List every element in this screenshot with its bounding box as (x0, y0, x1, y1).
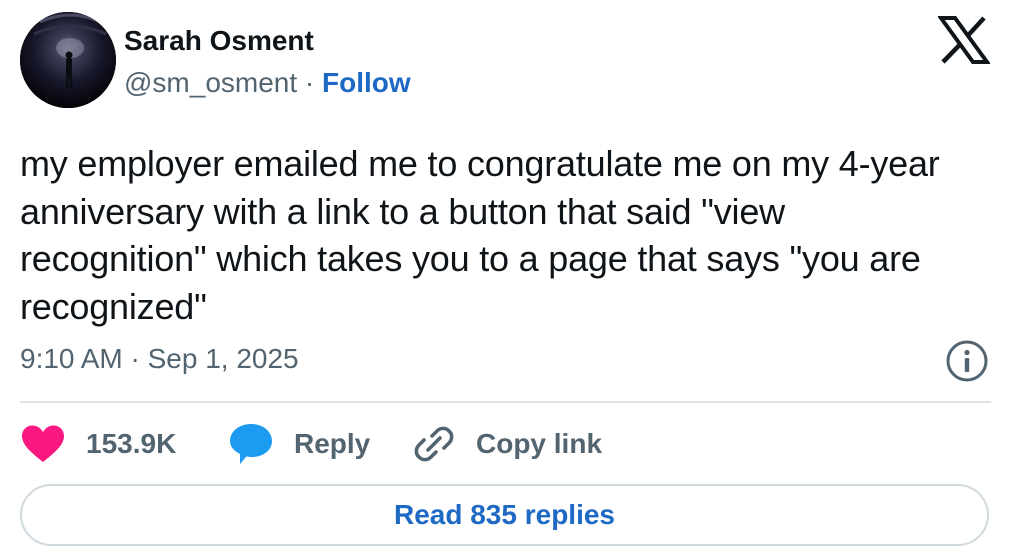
action-bar: 153.9K Reply Copy link (20, 420, 991, 468)
read-replies-button[interactable]: Read 835 replies (20, 484, 989, 546)
reply-label: Reply (294, 428, 371, 459)
tweet-card: Sarah Osment @sm_osment · Follow my empl… (0, 0, 1016, 560)
reply-button[interactable]: Reply (228, 420, 370, 468)
tweet-timestamp[interactable]: 9:10 AM · Sep 1, 2025 (20, 342, 299, 376)
like-count: 153.9K (86, 428, 177, 459)
copy-link-label: Copy link (476, 428, 603, 459)
tweet-text: my employer emailed me to congratulate m… (20, 143, 940, 327)
avatar[interactable] (20, 12, 116, 108)
link-icon (414, 426, 454, 462)
heart-icon (22, 425, 64, 462)
tunnel-photo-avatar (20, 12, 116, 108)
divider (20, 401, 991, 403)
x-logo-icon[interactable] (938, 16, 990, 64)
copy-link-button[interactable]: Copy link (412, 420, 602, 468)
author-handle[interactable]: @sm_osment (124, 67, 297, 98)
like-button[interactable]: 153.9K (20, 420, 176, 468)
author-handle-row: @sm_osment · Follow (124, 66, 411, 100)
author-display-name[interactable]: Sarah Osment (124, 24, 314, 58)
reply-bubble-icon (230, 424, 272, 464)
follow-link[interactable]: Follow (322, 67, 411, 98)
info-icon[interactable] (945, 339, 989, 383)
handle-separator: · (304, 67, 315, 98)
